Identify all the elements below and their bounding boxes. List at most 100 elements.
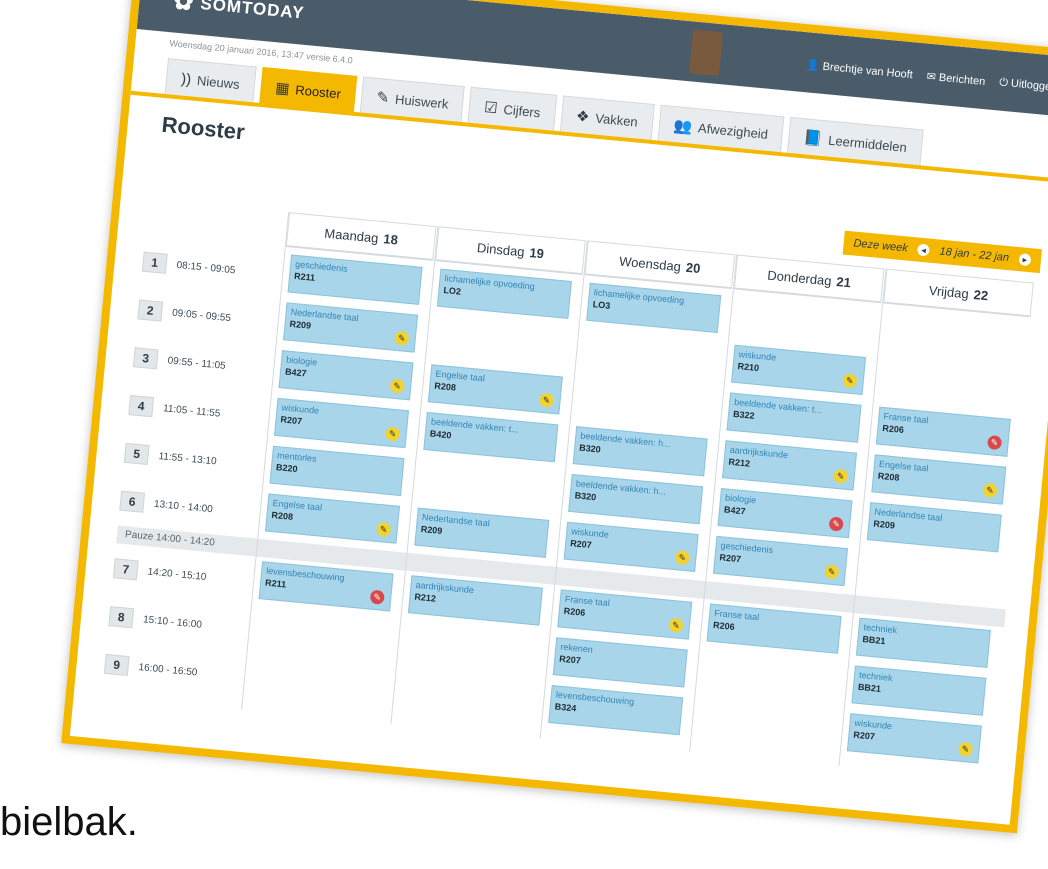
lesson-card[interactable]: Franse taal R206 ✎: [557, 589, 693, 640]
lesson-card[interactable]: beeldende vakken: t... B420: [423, 412, 559, 463]
period-row: 7 14:20 - 15:10: [112, 545, 209, 600]
lesson-card[interactable]: Franse taal R206 ✎: [875, 406, 1011, 457]
period-row: 1 08:15 - 09:05: [141, 239, 238, 294]
lesson-card[interactable]: biologie B427 ✎: [278, 350, 414, 401]
homework-marker-icon[interactable]: ✎: [957, 741, 974, 757]
test-marker-icon[interactable]: ✎: [828, 516, 844, 532]
lesson-card[interactable]: beeldende vakken: h... B320: [568, 473, 704, 525]
period-time: 14:20 - 15:10: [147, 565, 207, 583]
homework-marker-icon[interactable]: ✎: [376, 521, 392, 538]
homework-marker-icon[interactable]: ✎: [385, 426, 401, 442]
lesson-card[interactable]: Engelse taal R208 ✎: [871, 454, 1007, 505]
logout-label: Uitloggen: [1010, 77, 1048, 94]
period-row: 6 13:10 - 14:00: [118, 478, 215, 533]
lesson-card[interactable]: geschiedenis R211: [287, 254, 423, 305]
pause-label: Pauze 14:00 - 14:20: [124, 529, 216, 549]
period-column: 1 08:15 - 09:05 2 09:05 - 09:55 3 09:55 - 11:…: [103, 239, 276, 678]
lesson-card[interactable]: levensbeschouwing R211 ✎: [258, 561, 394, 612]
day-header: Dinsdag 19: [435, 226, 586, 276]
homework-marker-icon[interactable]: ✎: [394, 330, 410, 346]
messages-link[interactable]: ✉ Berichten: [926, 70, 986, 88]
lesson-card[interactable]: wiskunde R210 ✎: [731, 344, 867, 395]
checklist-icon: ☑: [483, 99, 499, 118]
books-icon: ❖: [575, 107, 591, 126]
prev-week-icon[interactable]: ◂: [917, 243, 931, 257]
tab-label: Rooster: [294, 81, 342, 101]
lesson-card[interactable]: wiskunde R207 ✎: [274, 397, 410, 449]
day-header: Woensdag 20: [584, 240, 736, 290]
day-name: Maandag: [323, 225, 380, 246]
period-row: 4 11:05 - 11:55: [127, 382, 222, 436]
logout-link[interactable]: ⏻ Uitloggen: [999, 76, 1048, 94]
homework-marker-icon[interactable]: ✎: [982, 482, 998, 499]
lesson-card[interactable]: levensbeschouwing B324: [548, 684, 684, 736]
lesson-card[interactable]: rekenen R207: [552, 637, 688, 688]
people-icon: 👥: [672, 117, 693, 136]
user-menu[interactable]: 👤 Brechtje van Hooft: [805, 58, 913, 81]
lesson-card[interactable]: Nederlandse taal R209: [866, 502, 1002, 553]
lesson-card[interactable]: mentorles B220: [269, 445, 405, 496]
lesson-card[interactable]: beeldende vakken: t... B322: [726, 392, 862, 443]
tab-label: Afwezigheid: [697, 119, 769, 142]
lesson-card[interactable]: Nederlandse taal R209 ✎: [283, 302, 419, 353]
lesson-card[interactable]: techniek BB21: [851, 665, 987, 716]
user-name: Brechtje van Hooft: [822, 60, 914, 82]
period-number: 6: [119, 490, 146, 513]
day-name: Donderdag: [766, 267, 833, 288]
tab-label: Leermiddelen: [827, 132, 908, 155]
lesson-card[interactable]: aardrijkskunde R212 ✎: [722, 440, 858, 491]
lesson-card[interactable]: beeldende vakken: h... B320: [572, 426, 708, 477]
period-time: 11:55 - 13:10: [158, 450, 218, 467]
day-name: Woensdag: [618, 253, 682, 274]
homework-marker-icon[interactable]: ✎: [389, 378, 405, 394]
tab-label: Nieuws: [196, 72, 241, 92]
lesson-card[interactable]: wiskunde R207 ✎: [846, 713, 982, 764]
period-row: 8 15:10 - 16:00: [107, 593, 204, 648]
period-time: 09:55 - 11:05: [167, 354, 227, 372]
week-range: 18 jan - 22 jan: [939, 245, 1010, 265]
homework-marker-icon[interactable]: ✎: [824, 564, 840, 580]
tab-label: Cijfers: [502, 101, 542, 120]
period-row: 9 16:00 - 16:50: [103, 641, 200, 696]
period-number: 4: [128, 395, 155, 418]
test-marker-icon[interactable]: ✎: [369, 589, 385, 605]
lesson-card[interactable]: Engelse taal R208 ✎: [264, 493, 400, 544]
lesson-card[interactable]: Nederlandse taal R209: [414, 507, 550, 558]
lesson-card[interactable]: lichamelijke opvoeding LO3: [586, 282, 722, 334]
period-number: 1: [141, 251, 168, 274]
next-week-icon[interactable]: ▸: [1018, 253, 1032, 267]
lesson-card[interactable]: wiskunde R207 ✎: [563, 521, 699, 572]
period-row: 3 09:55 - 11:05: [132, 334, 228, 388]
day-date: 22: [973, 286, 989, 303]
lesson-card[interactable]: Franse taal R206: [706, 603, 842, 654]
logo-text: SOMTODAY: [199, 0, 306, 23]
pencil-icon: ✎: [375, 88, 390, 108]
user-bar: 👤 Brechtje van Hooft ✉ Berichten ⏻ Uitlo…: [805, 58, 1048, 95]
homework-marker-icon[interactable]: ✎: [833, 468, 849, 484]
lesson-card[interactable]: biologie B427 ✎: [717, 488, 853, 539]
week-label: Deze week: [852, 237, 909, 255]
lesson-card[interactable]: aardrijkskunde R212: [407, 575, 543, 626]
lesson-card[interactable]: lichamelijke opvoeding LO2: [436, 268, 572, 319]
homework-marker-icon[interactable]: ✎: [538, 392, 555, 408]
day-date: 20: [685, 259, 702, 276]
lesson-card[interactable]: techniek BB21: [855, 617, 991, 668]
day-name: Dinsdag: [476, 239, 526, 259]
power-icon: ⏻: [998, 76, 1009, 90]
lesson-card[interactable]: geschiedenis R207 ✎: [712, 535, 848, 587]
caption-text: bielbak.: [0, 800, 138, 844]
period-time: 11:05 - 11:55: [162, 402, 221, 420]
day-date: 21: [835, 273, 852, 290]
book-icon: 📘: [802, 129, 824, 149]
homework-marker-icon[interactable]: ✎: [842, 373, 858, 389]
day-date: 19: [528, 244, 545, 261]
lesson-card[interactable]: Engelse taal R208 ✎: [427, 364, 563, 415]
period-number: 7: [112, 558, 139, 581]
logo[interactable]: ✿ SOMTODAY: [172, 0, 306, 28]
avatar[interactable]: [688, 29, 723, 77]
homework-marker-icon[interactable]: ✎: [668, 617, 684, 634]
homework-marker-icon[interactable]: ✎: [674, 550, 690, 566]
screenshot-frame: ✿ SOMTODAY 👤 Brechtje van Hooft ✉ Berich…: [61, 0, 1048, 834]
test-marker-icon[interactable]: ✎: [986, 434, 1003, 451]
envelope-icon: ✉: [926, 70, 937, 84]
